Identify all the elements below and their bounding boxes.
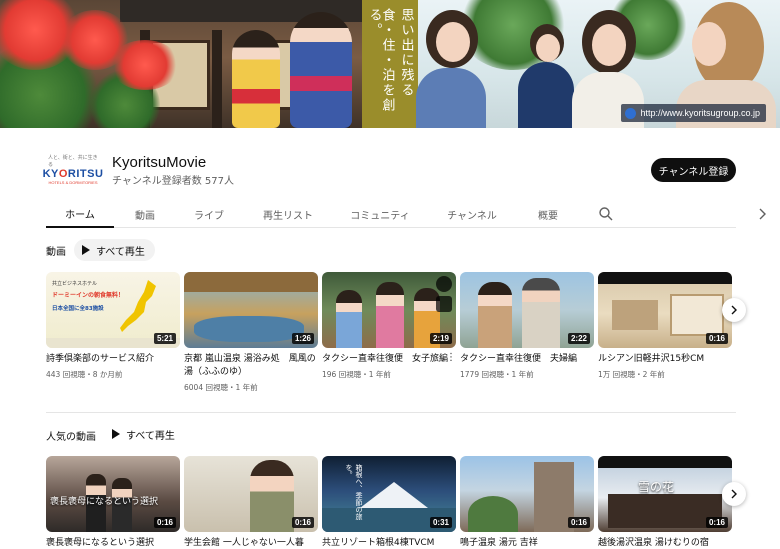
- video-thumbnail[interactable]: 0:16: [460, 456, 594, 532]
- video-meta: 196 回視聴・1 年前: [322, 370, 391, 379]
- thumb-caption: 褒長褒母になるという選択: [50, 497, 159, 507]
- video-card[interactable]: 箱根へ、季節の旅を。 0:31 共立リゾート箱根4棟TVCM: [322, 456, 456, 549]
- duration-badge: 2:22: [567, 333, 590, 344]
- duration-badge: 0:31: [429, 517, 452, 528]
- thumb-caption: 箱根へ、季節の旅を。: [345, 464, 363, 520]
- duration-badge: 0:16: [705, 333, 728, 344]
- video-title[interactable]: 詩季倶楽部のサービス紹介: [46, 353, 180, 366]
- carousel-next-button[interactable]: [722, 298, 746, 322]
- play-icon: [82, 245, 90, 255]
- section-title-popular: 人気の動画: [46, 432, 96, 443]
- tab-about[interactable]: 概要: [528, 200, 568, 228]
- duration-badge: 0:16: [291, 517, 314, 528]
- channel-banner: 思い出に残る 食・住・泊を創る。 http://www.kyoritsugrou…: [0, 0, 780, 128]
- duration-badge: 1:26: [291, 333, 314, 344]
- video-card[interactable]: 0:16 ルシアン旧軽井沢15秒CM 1万 回視聴・2 年前: [598, 272, 732, 380]
- video-meta: 1779 回視聴・1 年前: [460, 370, 534, 379]
- tab-videos[interactable]: 動画: [120, 200, 170, 228]
- duration-badge: 0:16: [153, 517, 176, 528]
- play-icon: [112, 429, 120, 439]
- tab-channels[interactable]: チャンネル: [442, 200, 502, 228]
- play-all-label: すべて再生: [126, 430, 175, 442]
- video-title[interactable]: 京都 嵐山温泉 湯浴み処 風風の湯（ふふのゆ）: [184, 353, 318, 379]
- avatar-subtitle: HOTELS & DORMITORIES: [48, 179, 98, 185]
- section-title-videos: 動画: [46, 247, 66, 258]
- subscribe-button[interactable]: チャンネル登録: [651, 158, 736, 182]
- video-title[interactable]: 共立リゾート箱根4棟TVCM: [322, 537, 456, 549]
- video-meta: 1万 回視聴・2 年前: [598, 370, 665, 379]
- video-title[interactable]: タクシー直幸往復便 夫婦編: [460, 353, 594, 366]
- japan-map-icon: [120, 280, 156, 332]
- thumb-caption: 雪の花: [638, 480, 675, 494]
- video-card[interactable]: 0:16 鳴子温泉 湯元 吉祥: [460, 456, 594, 549]
- video-card[interactable]: 2:22 タクシー直幸往復便 夫婦編 1779 回視聴・1 年前: [460, 272, 594, 380]
- banner-photo-right: http://www.kyoritsugroup.co.jp: [416, 0, 780, 128]
- add-to-queue-icon[interactable]: [436, 296, 452, 312]
- video-title[interactable]: タクシー直幸往復便 女子旅編: [322, 353, 456, 366]
- carousel-next-button[interactable]: [722, 482, 746, 506]
- video-meta: 6004 回視聴・1 年前: [184, 383, 258, 392]
- chevron-right-icon: [731, 489, 737, 499]
- video-thumbnail[interactable]: 2:22: [460, 272, 594, 348]
- video-thumbnail[interactable]: 共立ビジネスホテル ドーミーインの朝食無料！ 日本全国に全83施設 5:21: [46, 272, 180, 348]
- video-title[interactable]: 鳴子温泉 湯元 吉祥: [460, 537, 594, 549]
- video-title[interactable]: 越後湯沢温泉 湯けむりの宿: [598, 537, 732, 549]
- avatar-tagline: 人と、街と、共に生きる: [48, 154, 98, 168]
- tab-community[interactable]: コミュニティ: [342, 200, 418, 228]
- banner-photo-left: [0, 0, 362, 128]
- play-all-popular-button[interactable]: すべて再生: [104, 423, 185, 445]
- channel-name: KyoritsuMovie: [112, 154, 207, 171]
- chevron-right-icon: [731, 305, 737, 315]
- play-all-videos-button[interactable]: すべて再生: [74, 239, 155, 261]
- video-meta: 443 回視聴・8 か月前: [46, 370, 123, 379]
- video-card[interactable]: 0:16 学生会館 一人じゃない一人暮: [184, 456, 318, 549]
- banner-url-badge[interactable]: http://www.kyoritsugroup.co.jp: [621, 104, 766, 122]
- video-card[interactable]: 2:19 ⋮ タクシー直幸往復便 女子旅編 196 回視聴・1 年前: [322, 272, 456, 380]
- video-thumbnail[interactable]: 褒長褒母になるという選択 0:16: [46, 456, 180, 532]
- video-thumbnail[interactable]: 箱根へ、季節の旅を。 0:31: [322, 456, 456, 532]
- search-icon[interactable]: [598, 206, 614, 222]
- globe-icon: [625, 107, 637, 119]
- video-thumbnail[interactable]: 雪の花 0:16: [598, 456, 732, 532]
- subscriber-count: チャンネル登録者数 577人: [112, 176, 234, 187]
- video-card[interactable]: 褒長褒母になるという選択 0:16 褒長褒母になるという選択: [46, 456, 180, 549]
- section-divider: [46, 412, 736, 413]
- slogan-line-1: 思い出に残る: [398, 8, 414, 98]
- duration-badge: 0:16: [567, 517, 590, 528]
- channel-tabs: ホーム 動画 ライブ 再生リスト コミュニティ チャンネル 概要: [46, 200, 766, 228]
- video-card[interactable]: 雪の花 0:16 越後湯沢温泉 湯けむりの宿: [598, 456, 732, 549]
- tab-home[interactable]: ホーム: [46, 200, 114, 228]
- video-thumbnail[interactable]: 1:26: [184, 272, 318, 348]
- video-thumbnail[interactable]: 0:16: [598, 272, 732, 348]
- thumb-caption: 日本全国に全83施設: [52, 306, 104, 312]
- channel-avatar[interactable]: 人と、街と、共に生きる KYORITSU HOTELS & DORMITORIE…: [43, 150, 103, 188]
- tab-playlists[interactable]: 再生リスト: [252, 200, 324, 228]
- banner-slogan: 思い出に残る 食・住・泊を創る。: [362, 0, 418, 128]
- chevron-right-icon[interactable]: [754, 206, 770, 222]
- tab-live[interactable]: ライブ: [184, 200, 234, 228]
- duration-badge: 5:21: [153, 333, 176, 344]
- video-title[interactable]: ルシアン旧軽井沢15秒CM: [598, 353, 732, 366]
- video-title[interactable]: 褒長褒母になるという選択: [46, 537, 180, 549]
- thumb-caption: 共立ビジネスホテル: [52, 281, 98, 287]
- video-card[interactable]: 1:26 京都 嵐山温泉 湯浴み処 風風の湯（ふふのゆ） 6004 回視聴・1 …: [184, 272, 318, 393]
- video-thumbnail[interactable]: 0:16: [184, 456, 318, 532]
- play-all-label: すべて再生: [96, 246, 145, 258]
- banner-url: http://www.kyoritsugroup.co.jp: [640, 108, 760, 118]
- slogan-line-2: 食・住・泊を創る。: [366, 8, 395, 113]
- duration-badge: 0:16: [705, 517, 728, 528]
- video-title[interactable]: 学生会館 一人じゃない一人暮: [184, 537, 318, 549]
- more-options-icon[interactable]: ⋮: [446, 352, 456, 363]
- video-card[interactable]: 共立ビジネスホテル ドーミーインの朝食無料！ 日本全国に全83施設 5:21 詩…: [46, 272, 180, 380]
- watch-later-icon[interactable]: [436, 276, 452, 292]
- video-thumbnail[interactable]: 2:19: [322, 272, 456, 348]
- avatar-logo: KYORITSU: [42, 167, 104, 180]
- duration-badge: 2:19: [429, 333, 452, 344]
